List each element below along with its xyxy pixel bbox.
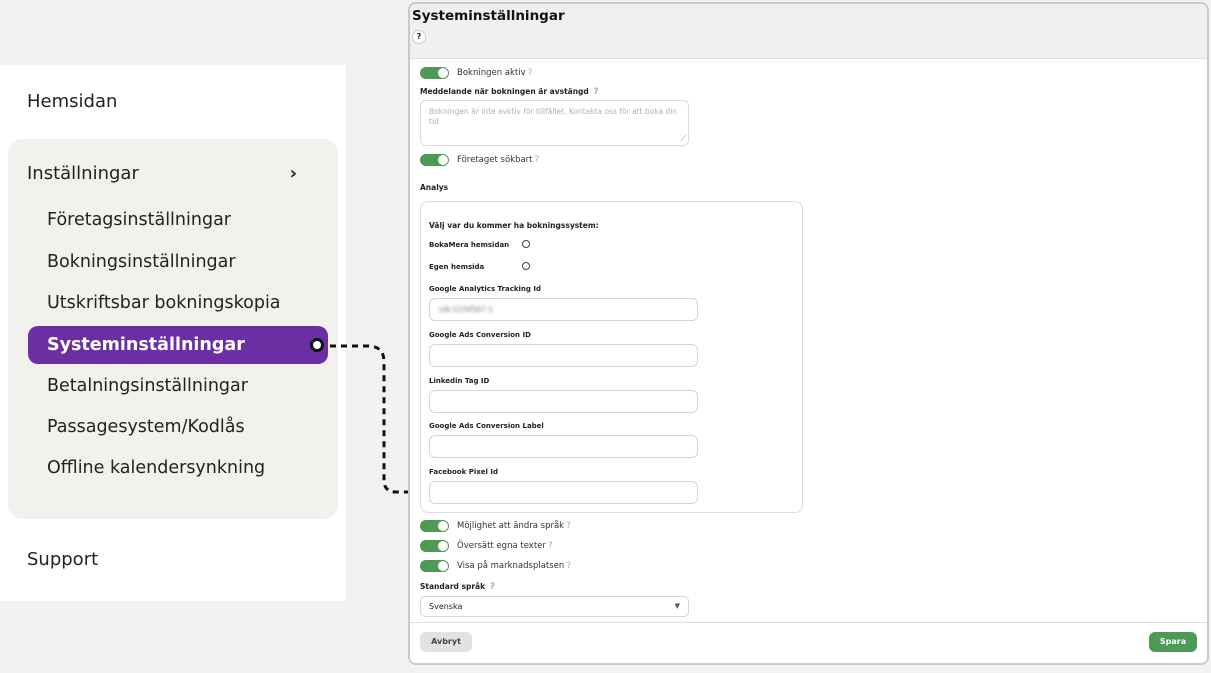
searchable-row: Företaget sökbart ? [420, 154, 539, 166]
radio-label: Egen hemsida [429, 263, 485, 271]
radio-option-own-site: Egen hemsida [429, 263, 484, 271]
marketplace-label: Visa på marknadsplatsen [457, 561, 565, 571]
chevron-right-icon: › [289, 163, 297, 184]
radio-bokamera[interactable] [522, 240, 530, 248]
dialog-header: Systeminställningar ? [410, 4, 1207, 59]
closed-message-label: Meddelande när bokningen är avstängd ? [420, 87, 599, 97]
searchable-toggle[interactable] [420, 154, 449, 166]
sidebar-item-offline-calendar[interactable]: Offline kalendersynkning [47, 458, 265, 478]
sidebar: Hemsidan Inställningar › Företagsinställ… [0, 65, 346, 601]
linkedin-tag-input[interactable] [429, 390, 698, 413]
question-icon[interactable]: ? [490, 582, 495, 592]
choose-system-label: Välj var du kommer ha bokningssystem: [429, 221, 599, 230]
translate-texts-toggle[interactable] [420, 540, 449, 552]
save-button[interactable]: Spara [1149, 632, 1197, 652]
sidebar-item-booking-settings[interactable]: Bokningsinställningar [47, 252, 236, 272]
booking-active-toggle[interactable] [420, 67, 449, 79]
help-icon[interactable]: ? [412, 30, 426, 44]
facebook-pixel-input[interactable] [429, 481, 698, 504]
dialog-body: Bokningen aktiv ? Meddelande när bokning… [410, 59, 1207, 625]
radio-option-bokamera: BokaMera hemsidan [429, 241, 509, 249]
language-change-row: Möjlighet att ändra språk ? [420, 520, 571, 532]
default-language-value: Svenska [429, 602, 463, 611]
question-icon[interactable]: ? [548, 541, 553, 551]
sidebar-item-payment-settings[interactable]: Betalningsinställningar [47, 376, 248, 396]
default-language-label: Standard språk ? [420, 582, 495, 592]
booking-active-label: Bokningen aktiv [457, 68, 526, 78]
linkedin-tag-label: Linkedin Tag ID [429, 377, 490, 385]
question-icon[interactable]: ? [535, 155, 540, 165]
ads-conversion-label-label: Google Ads Conversion Label [429, 422, 544, 430]
sidebar-item-system-settings[interactable]: Systeminställningar [28, 326, 328, 364]
radio-own-site[interactable] [522, 262, 530, 270]
cancel-button[interactable]: Avbryt [420, 632, 472, 652]
resize-handle-icon[interactable]: ⟋ [680, 134, 686, 144]
sidebar-item-settings[interactable]: Inställningar › [27, 163, 297, 184]
connector-dot-icon [310, 338, 324, 352]
language-change-toggle[interactable] [420, 520, 449, 532]
settings-group: Inställningar › Företagsinställningar Bo… [8, 139, 338, 519]
sidebar-item-printable-copy[interactable]: Utskriftsbar bokningskopia [47, 293, 281, 313]
analys-heading: Analys [420, 183, 449, 192]
marketplace-row: Visa på marknadsplatsen ? [420, 560, 571, 572]
translate-texts-label: Översätt egna texter [457, 541, 546, 551]
sidebar-item-company-settings[interactable]: Företagsinställningar [47, 210, 231, 230]
ads-conversion-id-input[interactable] [429, 344, 698, 367]
searchable-label: Företaget sökbart [457, 155, 533, 165]
question-icon[interactable]: ? [593, 87, 598, 97]
sidebar-item-access-system[interactable]: Passagesystem/Kodlås [47, 417, 245, 437]
question-icon[interactable]: ? [566, 521, 571, 531]
ads-conversion-label-input[interactable] [429, 435, 698, 458]
analys-section: Välj var du kommer ha bokningssystem: Bo… [420, 201, 803, 513]
closed-message-textarea[interactable]: Bokningen är inte avktiv för tillfället.… [420, 100, 689, 146]
sidebar-item-label: Systeminställningar [47, 335, 245, 355]
page-title: Systeminställningar [412, 8, 565, 24]
closed-message-placeholder: Bokningen är inte avktiv för tillfället.… [429, 107, 678, 126]
ga-tracking-label: Google Analytics Tracking Id [429, 285, 541, 293]
caret-down-icon: ▼ [674, 602, 680, 610]
question-icon[interactable]: ? [566, 561, 571, 571]
default-language-select[interactable]: Svenska ▼ [420, 596, 689, 617]
ga-tracking-input[interactable]: UA-1234567-1 [429, 298, 698, 321]
dialog-footer: Avbryt Spara [410, 622, 1207, 663]
ga-tracking-value: UA-1234567-1 [439, 305, 494, 314]
settings-label: Inställningar [27, 163, 139, 184]
default-language-text: Standard språk [420, 582, 486, 591]
ads-conversion-id-label: Google Ads Conversion ID [429, 331, 531, 339]
translate-texts-row: Översätt egna texter ? [420, 540, 553, 552]
language-change-label: Möjlighet att ändra språk [457, 521, 565, 531]
marketplace-toggle[interactable] [420, 560, 449, 572]
radio-label: BokaMera hemsidan [429, 241, 510, 249]
question-icon[interactable]: ? [528, 68, 533, 78]
settings-dialog: Systeminställningar ? Bokningen aktiv ? … [408, 2, 1209, 665]
closed-message-text: Meddelande när bokningen är avstängd [420, 87, 589, 96]
sidebar-item-home[interactable]: Hemsidan [27, 91, 117, 112]
sidebar-item-support[interactable]: Support [27, 549, 98, 570]
facebook-pixel-label: Facebook Pixel Id [429, 468, 498, 476]
booking-active-row: Bokningen aktiv ? [420, 67, 532, 79]
